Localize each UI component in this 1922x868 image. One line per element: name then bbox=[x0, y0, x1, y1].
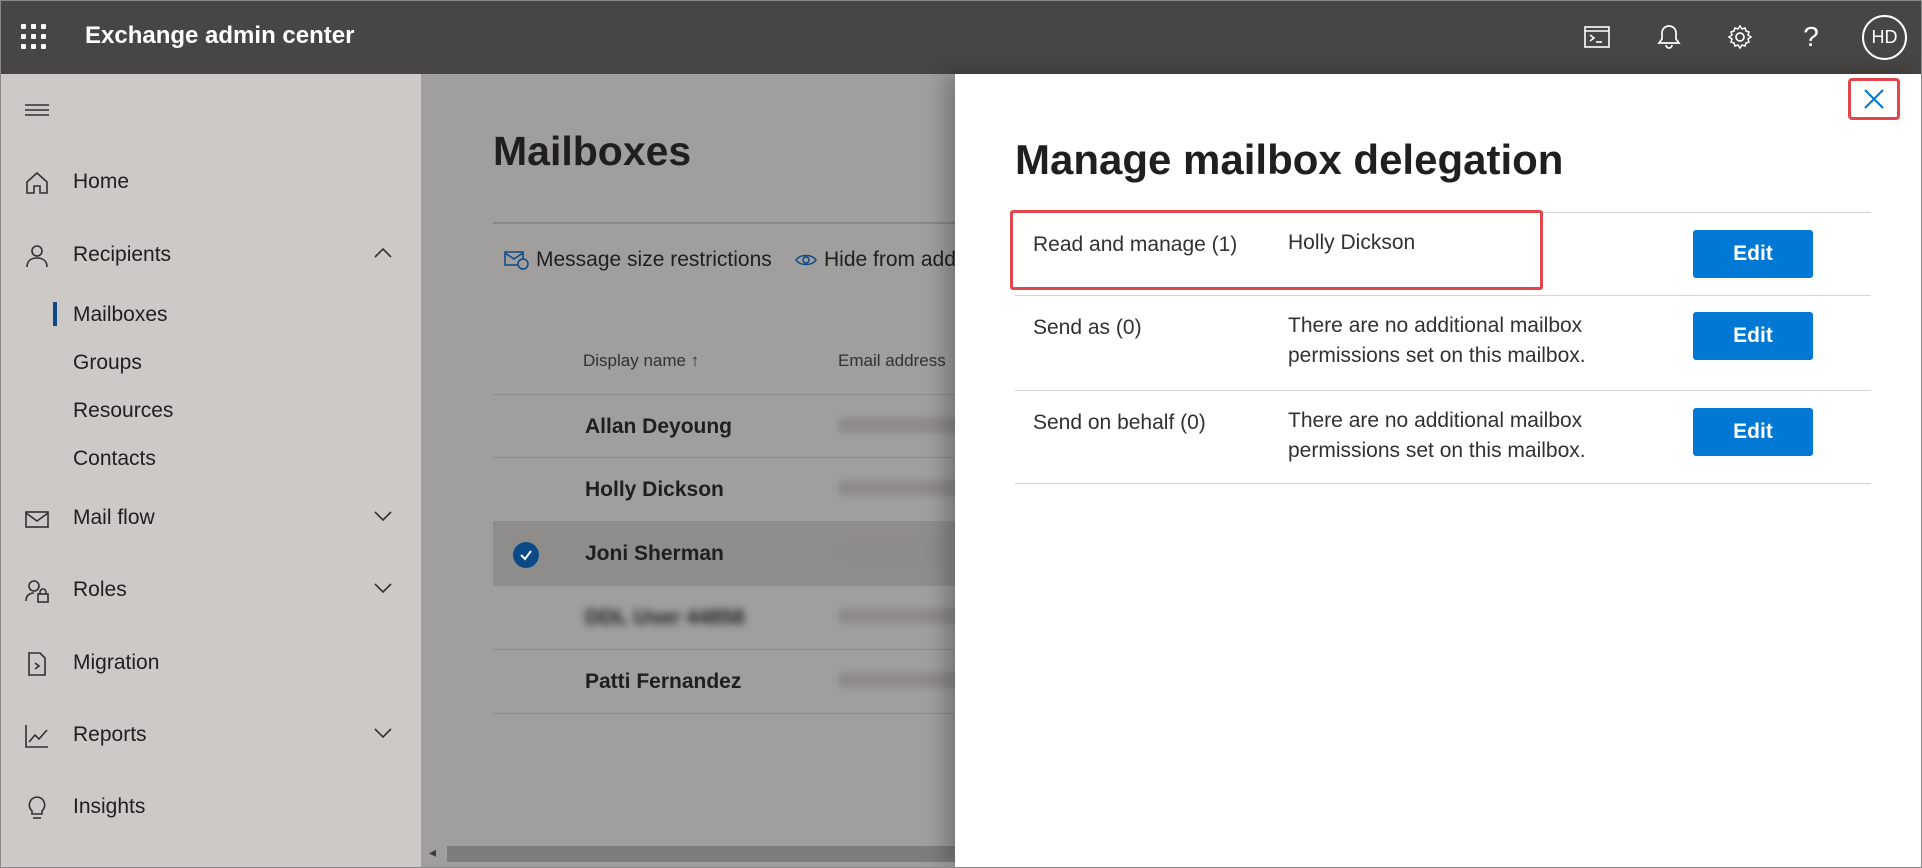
row-email-blurred bbox=[838, 672, 955, 688]
terminal-icon[interactable] bbox=[1582, 22, 1612, 52]
table-row[interactable]: Allan Deyoung bbox=[493, 394, 955, 458]
mail-icon bbox=[24, 506, 50, 532]
table-row-selected[interactable]: Joni Sherman bbox=[493, 522, 955, 586]
column-email-address[interactable]: Email address bbox=[838, 351, 946, 371]
nav-home[interactable]: Home bbox=[0, 158, 421, 206]
message-size-restrictions-label: Message size restrictions bbox=[536, 248, 772, 271]
page-title: Mailboxes bbox=[493, 128, 692, 174]
delegation-row-send-as: Send as (0) There are no additional mail… bbox=[1015, 295, 1871, 390]
row-display-name: Joni Sherman bbox=[585, 542, 724, 565]
nav-groups[interactable]: Groups bbox=[73, 351, 142, 375]
checkmark-icon[interactable] bbox=[513, 542, 539, 568]
nav-reports[interactable]: Reports bbox=[0, 711, 421, 759]
row-display-name: Allan Deyoung bbox=[585, 415, 733, 438]
table-row[interactable]: Patti Fernandez bbox=[493, 650, 955, 714]
nav-insights[interactable]: Insights bbox=[0, 783, 421, 831]
panel-title: Manage mailbox delegation bbox=[1015, 136, 1564, 183]
nav-recipients[interactable]: Recipients bbox=[0, 231, 421, 279]
chevron-down-icon bbox=[373, 509, 393, 527]
nav-mail-flow[interactable]: Mail flow bbox=[0, 494, 421, 542]
roles-icon bbox=[24, 578, 50, 604]
row-email-blurred bbox=[838, 417, 955, 433]
chevron-down-icon bbox=[373, 726, 393, 744]
hamburger-icon[interactable] bbox=[25, 102, 49, 123]
column-display-name[interactable]: Display name ↑ bbox=[583, 351, 699, 371]
delegation-panel: Manage mailbox delegation Read and manag… bbox=[955, 74, 1922, 868]
divider bbox=[1015, 483, 1871, 484]
app-title: Exchange admin center bbox=[85, 22, 355, 49]
row-email-blurred bbox=[838, 480, 955, 496]
delegation-label: Send as (0) bbox=[1033, 316, 1142, 339]
home-icon bbox=[24, 170, 50, 196]
help-icon[interactable]: ? bbox=[1796, 21, 1826, 52]
table-row[interactable]: Holly Dickson bbox=[493, 458, 955, 522]
row-display-name: Holly Dickson bbox=[585, 478, 724, 501]
scroll-left-icon[interactable]: ◂ bbox=[429, 844, 436, 861]
divider bbox=[493, 222, 955, 224]
hide-from-address-label: Hide from add bbox=[824, 248, 955, 271]
gear-icon[interactable] bbox=[1725, 22, 1755, 52]
main-content: Mailboxes Message size restrictions Hide… bbox=[421, 74, 955, 868]
nav-reports-label: Reports bbox=[73, 723, 147, 746]
edit-read-manage-button[interactable]: Edit bbox=[1693, 230, 1813, 278]
left-nav: Home Recipients Mailboxes Groups Resourc… bbox=[0, 74, 421, 868]
row-email-blurred bbox=[838, 544, 955, 560]
nav-mailboxes[interactable]: Mailboxes bbox=[73, 303, 168, 327]
nav-migration[interactable]: Migration bbox=[0, 639, 421, 687]
nav-resources[interactable]: Resources bbox=[73, 399, 173, 423]
nav-selected-indicator bbox=[53, 302, 57, 326]
mail-clock-icon bbox=[504, 251, 529, 270]
scrollbar-thumb[interactable] bbox=[447, 846, 955, 862]
avatar[interactable]: HD bbox=[1862, 15, 1907, 60]
nav-migration-label: Migration bbox=[73, 651, 160, 674]
annotation-highlight-box bbox=[1010, 210, 1543, 290]
delegation-row-send-on-behalf: Send on behalf (0) There are no addition… bbox=[1015, 390, 1871, 483]
table-row[interactable]: DDL User 44858 bbox=[493, 586, 955, 650]
nav-home-label: Home bbox=[73, 170, 130, 193]
delegation-value: There are no additional mailbox permissi… bbox=[1288, 409, 1586, 462]
nav-contacts[interactable]: Contacts bbox=[73, 447, 156, 471]
migration-icon bbox=[24, 651, 50, 677]
row-display-name: DDL User 44858 bbox=[585, 606, 745, 629]
bell-icon[interactable] bbox=[1654, 22, 1684, 52]
row-email-blurred bbox=[838, 608, 955, 624]
nav-roles-label: Roles bbox=[73, 578, 127, 601]
delegation-value: There are no additional mailbox permissi… bbox=[1288, 314, 1586, 367]
close-icon bbox=[1864, 89, 1884, 109]
row-display-name: Patti Fernandez bbox=[585, 670, 742, 693]
chevron-down-icon bbox=[373, 581, 393, 599]
nav-mail-flow-label: Mail flow bbox=[73, 506, 155, 529]
person-icon bbox=[24, 243, 50, 269]
horizontal-scrollbar[interactable]: ◂ bbox=[421, 838, 955, 868]
chart-icon bbox=[24, 723, 50, 749]
nav-recipients-label: Recipients bbox=[73, 243, 172, 266]
message-size-restrictions-button[interactable]: Message size restrictions bbox=[504, 248, 772, 272]
nav-insights-label: Insights bbox=[73, 795, 146, 818]
edit-send-on-behalf-button[interactable]: Edit bbox=[1693, 408, 1813, 456]
hide-from-address-button[interactable]: Hide from add bbox=[794, 248, 955, 272]
close-button[interactable] bbox=[1848, 78, 1900, 120]
chevron-up-icon bbox=[373, 246, 393, 264]
app-launcher-icon[interactable] bbox=[21, 24, 47, 50]
nav-roles[interactable]: Roles bbox=[0, 566, 421, 614]
delegation-label: Send on behalf (0) bbox=[1033, 411, 1206, 434]
lightbulb-icon bbox=[24, 795, 50, 821]
top-bar: Exchange admin center ? HD bbox=[0, 0, 1922, 74]
edit-send-as-button[interactable]: Edit bbox=[1693, 312, 1813, 360]
eye-hide-icon bbox=[795, 254, 817, 266]
